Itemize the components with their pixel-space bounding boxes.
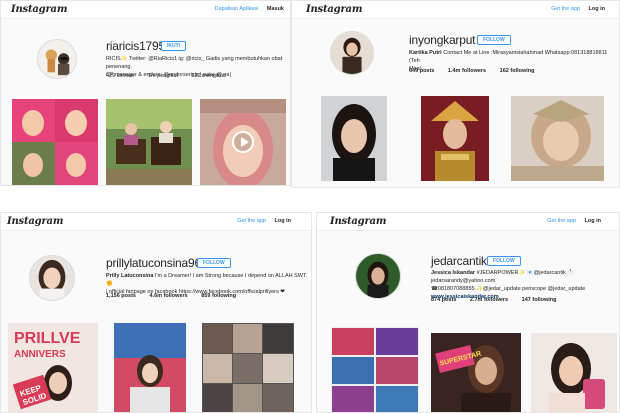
profile-panel-riaricis: Instagram Dapatkan Aplikasi Masuk riaric…	[0, 0, 291, 186]
login-link[interactable]: Log in	[275, 218, 292, 224]
post-image	[331, 327, 419, 412]
thumbnail-text: ANNIVERS	[14, 349, 66, 360]
instagram-logo[interactable]: Instagram	[306, 4, 362, 15]
followers-count[interactable]: 1m pengikut	[148, 73, 178, 79]
posts-count: 1,156 posts	[106, 293, 136, 299]
play-icon[interactable]	[232, 131, 254, 153]
post-thumbnail[interactable]	[531, 333, 617, 412]
follow-button[interactable]: FOLLOW	[487, 256, 521, 266]
following-count[interactable]: 322 mengikuti	[191, 73, 225, 79]
post-image	[511, 96, 604, 181]
post-image	[202, 323, 294, 412]
posts-count: 874 posts	[431, 297, 457, 303]
avatar-image	[356, 254, 400, 298]
followers-count[interactable]: 1.4m followers	[448, 68, 486, 74]
username: jedarcantik	[431, 254, 487, 268]
followers-count[interactable]: 4.6m followers	[150, 293, 188, 299]
post-image	[421, 96, 489, 181]
top-nav: Instagram Get the app Log in	[1, 213, 311, 231]
avatar[interactable]	[29, 255, 75, 301]
bio-line: Prilly Latuconsina I'm a Dreamer! I am S…	[106, 272, 311, 288]
nav-links: Get the app Log in	[547, 218, 601, 224]
follow-button[interactable]: FOLLOW	[197, 258, 231, 268]
following-count[interactable]: 147 following	[522, 297, 557, 303]
post-thumbnail[interactable]	[421, 96, 489, 181]
posts-count: 429 kiriman	[106, 73, 135, 79]
login-link[interactable]: Log in	[585, 218, 602, 224]
post-image	[12, 99, 98, 185]
bio-name: Jessica Iskandar	[431, 270, 476, 276]
following-count[interactable]: 162 following	[500, 68, 535, 74]
get-app-link[interactable]: Get the app	[551, 6, 580, 12]
profile-panel-inyongkarput: Instagram Get the app Log in inyongkarpu…	[291, 0, 620, 188]
username: inyongkarput	[409, 33, 476, 47]
post-image	[114, 323, 186, 412]
get-app-link[interactable]: Get the app	[237, 218, 266, 224]
login-link[interactable]: Masuk	[267, 6, 284, 12]
post-image	[106, 99, 192, 185]
instagram-logo[interactable]: Instagram	[11, 4, 67, 15]
post-thumbnail[interactable]	[331, 327, 419, 412]
follow-button[interactable]: IKUTI	[161, 41, 187, 51]
avatar-image	[30, 256, 74, 300]
nav-links: Get the app Log in	[237, 218, 291, 224]
post-image: PRILLVE ANNIVERS KEEP SOLID	[8, 323, 98, 412]
bio-line: Kartika Putri Contact Me at Line :Mirasy…	[409, 49, 614, 65]
post-thumbnail[interactable]: PRILLVE ANNIVERS KEEP SOLID	[8, 323, 98, 412]
video-thumbnail[interactable]	[200, 99, 286, 185]
post-thumbnail[interactable]	[106, 99, 192, 185]
login-link[interactable]: Log in	[589, 6, 606, 12]
nav-links: Get the app Log in	[551, 6, 605, 12]
post-thumbnail[interactable]: SUPERSTAR	[431, 333, 521, 412]
get-app-link[interactable]: Dapatkan Aplikasi	[215, 6, 259, 12]
thumbnail-text: PRILLVE	[14, 330, 81, 347]
avatar[interactable]	[355, 253, 401, 299]
avatar-image	[331, 32, 373, 74]
post-thumbnail[interactable]	[12, 99, 98, 185]
instagram-logo[interactable]: Instagram	[7, 216, 63, 227]
username: riaricis1795	[106, 39, 165, 53]
top-nav: Instagram Get the app Log in	[292, 1, 619, 19]
bio-name: Prilly Latuconsina	[106, 273, 154, 279]
avatar-image	[38, 40, 76, 78]
bio-name: Kartika Putri	[409, 50, 442, 56]
posts-count: 649 posts	[409, 68, 435, 74]
post-image	[321, 96, 387, 181]
post-image	[531, 333, 617, 412]
top-nav: Instagram Dapatkan Aplikasi Masuk	[1, 1, 290, 19]
profile-panel-jedarcantik: Instagram Get the app Log in jedarcantik…	[316, 212, 620, 413]
bio-line: RICIS✨ Twitter: @RiaRicis1 ig: @ricis_ G…	[106, 56, 283, 70]
instagram-logo[interactable]: Instagram	[330, 216, 386, 227]
avatar[interactable]	[37, 39, 77, 79]
post-image: SUPERSTAR	[431, 333, 521, 412]
top-nav: Instagram Get the app Log in	[317, 213, 619, 231]
post-thumbnail[interactable]	[114, 323, 186, 412]
profile-stats: 1,156 posts 4.6m followers 859 following	[106, 293, 248, 299]
profile-stats: 649 posts 1.4m followers 162 following	[409, 68, 547, 74]
profile-stats: 874 posts 2.7m followers 147 following	[431, 297, 569, 303]
post-thumbnail[interactable]	[321, 96, 387, 181]
following-count[interactable]: 859 following	[201, 293, 236, 299]
get-app-link[interactable]: Get the app	[547, 218, 576, 224]
follow-button[interactable]: FOLLOW	[477, 35, 511, 45]
bio-line: Jessica Iskandar #JEDARPOWER✨ 📧@jedarcan…	[431, 269, 619, 285]
bio-line: ☎081807088855 ✨@jedar_update periscope @…	[431, 286, 586, 292]
profile-panel-prillylatuconsina: Instagram Get the app Log in prillylatuc…	[0, 212, 312, 413]
username: prillylatuconsina96	[106, 256, 201, 270]
post-thumbnail[interactable]	[202, 323, 294, 412]
nav-links: Dapatkan Aplikasi Masuk	[215, 6, 284, 12]
avatar[interactable]	[330, 31, 374, 75]
post-thumbnail[interactable]	[511, 96, 604, 181]
profile-stats: 429 kiriman 1m pengikut 322 mengikuti	[106, 73, 238, 79]
followers-count[interactable]: 2.7m followers	[470, 297, 508, 303]
